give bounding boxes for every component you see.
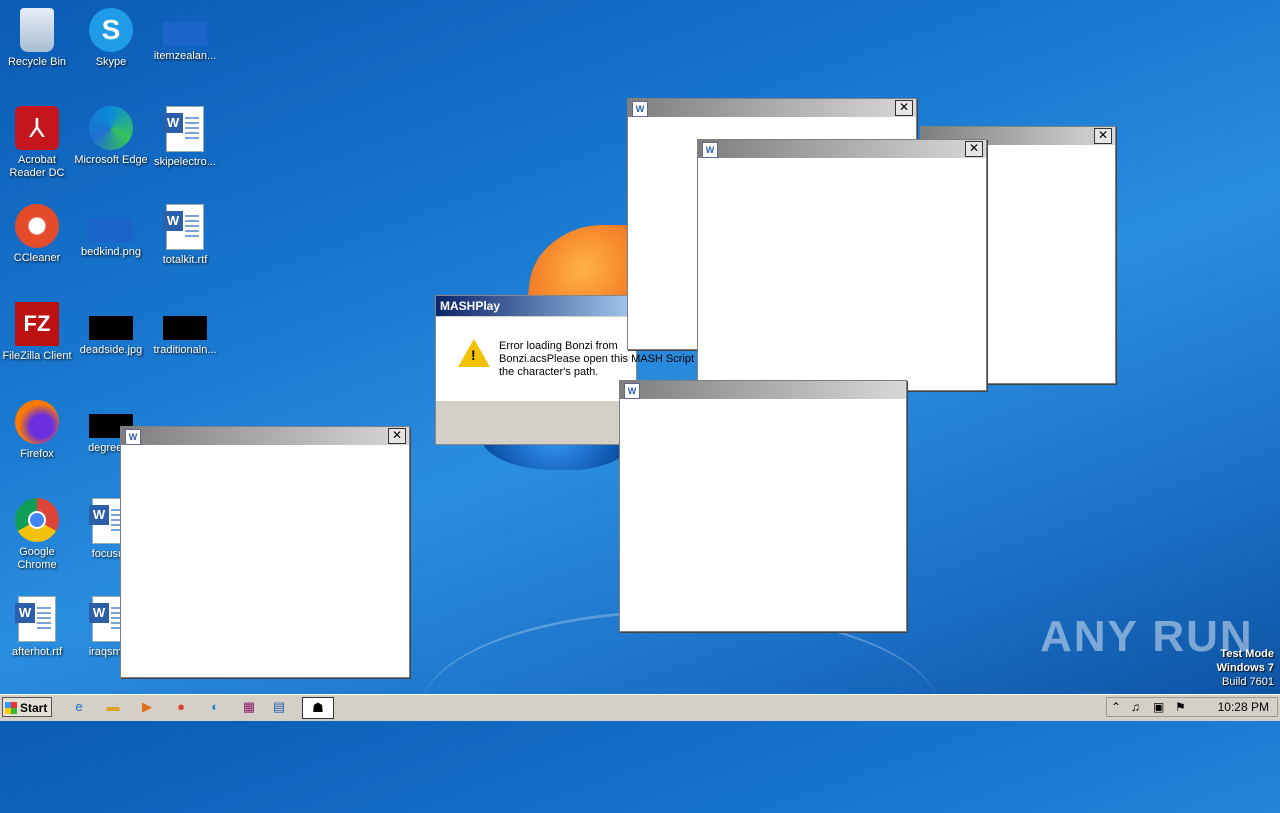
word-icon: W — [624, 383, 640, 399]
desktop-icon-recycle-bin[interactable]: Recycle Bin — [0, 8, 74, 69]
icon-label: itemzealan... — [153, 50, 217, 62]
desktop-icon-filezilla[interactable]: FZ FileZilla Client — [0, 302, 74, 363]
popup-window-5[interactable]: W ✕ — [120, 426, 410, 678]
word-glyph: W — [163, 113, 183, 133]
icon-label: Recycle Bin — [7, 56, 67, 68]
system-tray: ⌃ ♫ ▣ ⚑ 10:28 PM — [1106, 697, 1278, 717]
start-label: Start — [20, 701, 48, 715]
media-player-icon[interactable]: ▶ — [134, 697, 160, 717]
word-doc-icon: W — [15, 596, 56, 642]
word-doc-icon: W — [163, 204, 204, 250]
test-mode-label: Test Mode Windows 7 Build 7601 — [1217, 647, 1274, 689]
icon-label: deadside.jpg — [79, 344, 143, 356]
window-titlebar[interactable]: W ✕ — [698, 140, 986, 158]
windows-flag-icon — [5, 702, 17, 714]
word-glyph: W — [89, 505, 109, 525]
word-icon[interactable]: ▤ — [266, 697, 292, 717]
word-glyph: W — [89, 603, 109, 623]
edge-icon — [89, 106, 133, 150]
image-file-icon — [89, 218, 133, 242]
recycle-bin-icon — [20, 8, 54, 52]
desktop-icon-traditionaln[interactable]: traditionaln... — [148, 302, 222, 357]
start-button[interactable]: Start — [2, 697, 52, 717]
icon-label: CCleaner — [13, 252, 61, 264]
mashplay-dialog[interactable]: MASHPlay ! Error loading Bonzi from Bonz… — [435, 295, 706, 445]
word-icon: W — [632, 101, 648, 117]
desktop-icon-chrome[interactable]: Google Chrome — [0, 498, 74, 572]
acrobat-icon: ⅄ — [15, 106, 59, 150]
winrar-icon[interactable]: ▦ — [236, 697, 262, 717]
icon-label: afterhot.rtf — [11, 646, 63, 658]
dialog-body: ! Error loading Bonzi from Bonzi.acsPlea… — [436, 317, 706, 401]
icon-label: Firefox — [20, 448, 54, 460]
build-line: Build 7601 — [1222, 676, 1274, 688]
ie-icon[interactable]: e — [66, 697, 92, 717]
image-file-icon — [89, 316, 133, 340]
windows-version-line: Windows 7 — [1216, 662, 1274, 674]
chrome-icon[interactable]: ● — [168, 697, 194, 717]
show-hidden-icons-icon[interactable]: ⌃ — [1111, 700, 1121, 714]
window-titlebar[interactable]: W ✕ — [628, 99, 916, 117]
chrome-icon — [15, 498, 59, 542]
firefox-icon — [15, 400, 59, 444]
window-titlebar[interactable]: W — [620, 381, 906, 399]
icon-label: bedkind.png — [81, 246, 141, 258]
action-center-flag-icon[interactable]: ⚑ — [1175, 700, 1186, 714]
dialog-title[interactable]: MASHPlay — [436, 296, 636, 316]
close-button[interactable]: ✕ — [965, 141, 983, 157]
word-doc-icon: W — [163, 106, 204, 152]
icon-label: totalkit.rtf — [162, 254, 208, 266]
icon-label: Acrobat Reader DC — [9, 154, 65, 179]
filezilla-icon: FZ — [15, 302, 59, 346]
taskbar: Start e ▬ ▶ ● ◐ ▦ ▤ ☗ ⌃ ♫ ▣ ⚑ 10:28 PM — [0, 694, 1280, 721]
volume-icon[interactable]: ♫ — [1131, 700, 1140, 714]
word-glyph: W — [163, 211, 183, 231]
icon-label: FileZilla Client — [2, 350, 72, 362]
mashplay-icon[interactable]: ☗ — [302, 697, 334, 719]
desktop-icon-deadside[interactable]: deadside.jpg — [74, 302, 148, 357]
icon-label: Microsoft Edge — [74, 154, 148, 166]
popup-window-3[interactable]: W ✕ — [697, 139, 987, 391]
desktop-icon-ccleaner[interactable]: CCleaner — [0, 204, 74, 265]
desktop-icon-skype[interactable]: S Skype — [74, 8, 148, 69]
warning-icon: ! — [458, 339, 490, 367]
clock[interactable]: 10:28 PM — [1218, 700, 1269, 714]
desktop-icon-firefox[interactable]: Firefox — [0, 400, 74, 461]
icon-label: traditionaln... — [153, 344, 217, 356]
test-mode-line: Test Mode — [1220, 648, 1274, 660]
desktop-icon-bedkind[interactable]: bedkind.png — [74, 204, 148, 259]
edge-icon[interactable]: ◐ — [202, 697, 228, 717]
network-icon[interactable]: ▣ — [1153, 700, 1164, 714]
icon-label: Skype — [95, 56, 127, 68]
popup-window-4[interactable]: W — [619, 380, 907, 632]
desktop-icon-totalkit[interactable]: W totalkit.rtf — [148, 204, 222, 267]
skype-icon: S — [89, 8, 133, 52]
image-file-icon — [163, 316, 207, 340]
window-titlebar[interactable]: W ✕ — [121, 427, 409, 445]
desktop-icon-afterhot[interactable]: W afterhot.rtf — [0, 596, 74, 659]
word-glyph: W — [15, 603, 35, 623]
image-file-icon — [163, 22, 207, 46]
close-button[interactable]: ✕ — [388, 428, 406, 444]
close-button[interactable]: ✕ — [1094, 128, 1112, 144]
icon-label: Google Chrome — [17, 546, 57, 571]
explorer-icon[interactable]: ▬ — [100, 697, 126, 717]
desktop-icon-edge[interactable]: Microsoft Edge — [74, 106, 148, 167]
desktop-icon-acrobat[interactable]: ⅄ Acrobat Reader DC — [0, 106, 74, 180]
word-icon: W — [702, 142, 718, 158]
desktop-icon-skipelectro[interactable]: W skipelectro... — [148, 106, 222, 169]
word-icon: W — [125, 429, 141, 445]
icon-label: skipelectro... — [154, 156, 216, 168]
ccleaner-icon — [15, 204, 59, 248]
close-button[interactable]: ✕ — [895, 100, 913, 116]
desktop-icon-itemzealan[interactable]: itemzealan... — [148, 8, 222, 63]
